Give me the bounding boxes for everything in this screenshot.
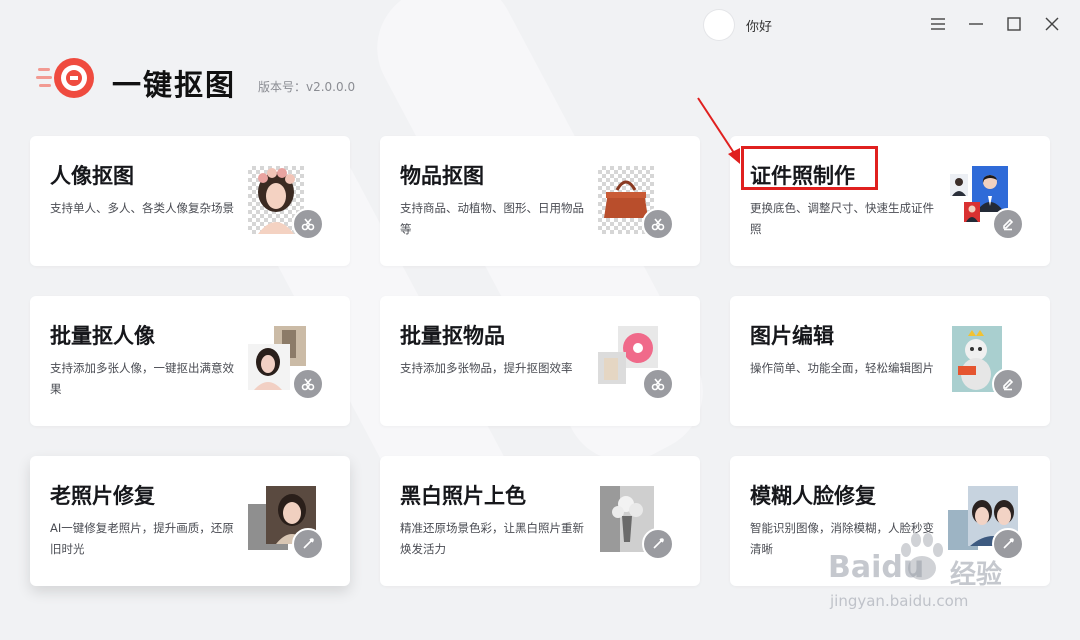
card-description: 支持添加多张物品，提升抠图效率: [400, 361, 573, 375]
watermark-suffix: 经验: [950, 560, 1003, 590]
card-portrait-cutout[interactable]: 人像抠图 支持单人、多人、各类人像复杂场景: [30, 136, 350, 266]
minimize-icon[interactable]: [962, 10, 990, 38]
card-title: 人像抠图: [50, 164, 134, 188]
card-description: 支持商品、动植物、图形、日用物品等: [400, 201, 584, 236]
scissors-icon: [642, 368, 674, 400]
repair-wand-icon: [292, 528, 324, 560]
close-icon[interactable]: [1038, 10, 1066, 38]
user-area[interactable]: 你好: [704, 10, 772, 40]
annotation-arrow-icon: [697, 97, 740, 164]
card-title: 黑白照片上色: [400, 484, 526, 508]
card-batch-object[interactable]: 批量抠物品 支持添加多张物品，提升抠图效率: [380, 296, 700, 426]
version-label: 版本号：v2.0.0.0: [258, 80, 356, 94]
app-title: 一键抠图: [112, 68, 237, 102]
baidu-watermark: Baidu 经验 jingyan.baidu.com: [828, 520, 1068, 620]
card-object-cutout[interactable]: 物品抠图 支持商品、动植物、图形、日用物品等: [380, 136, 700, 266]
annotation-highlight-box: [741, 146, 878, 190]
card-title: 批量抠物品: [400, 324, 505, 348]
card-title: 图片编辑: [750, 324, 834, 348]
card-old-photo-repair[interactable]: 老照片修复 AI一键修复老照片，提升画质，还原旧时光: [30, 456, 350, 586]
menu-icon[interactable]: [924, 10, 952, 38]
card-description: 支持添加多张人像，一键抠出满意效果: [50, 361, 234, 396]
scissors-icon: [642, 208, 674, 240]
card-description: 更换底色、调整尺寸、快速生成证件照: [750, 201, 934, 236]
card-title: 老照片修复: [50, 484, 155, 508]
card-description: 操作简单、功能全面，轻松编辑图片: [750, 361, 934, 375]
app-logo-icon: [36, 58, 94, 98]
repair-wand-icon: [642, 528, 674, 560]
user-avatar[interactable]: [704, 10, 734, 40]
scissors-icon: [292, 208, 324, 240]
card-image-edit[interactable]: 图片编辑 操作简单、功能全面，轻松编辑图片: [730, 296, 1050, 426]
card-title: 模糊人脸修复: [750, 484, 876, 508]
user-name[interactable]: 你好: [746, 16, 772, 35]
card-title: 物品抠图: [400, 164, 484, 188]
maximize-icon[interactable]: [1000, 10, 1028, 38]
card-description: 精准还原场景色彩，让黑白照片重新焕发活力: [400, 521, 584, 556]
card-description: AI一键修复老照片，提升画质，还原旧时光: [50, 521, 234, 556]
scissors-icon: [292, 368, 324, 400]
edit-icon: [992, 208, 1024, 240]
card-batch-portrait[interactable]: 批量抠人像 支持添加多张人像，一键抠出满意效果: [30, 296, 350, 426]
watermark-url: jingyan.baidu.com: [830, 592, 969, 610]
edit-icon: [992, 368, 1024, 400]
card-description: 支持单人、多人、各类人像复杂场景: [50, 201, 234, 215]
watermark-brand: Baidu: [828, 550, 925, 585]
card-colorize[interactable]: 黑白照片上色 精准还原场景色彩，让黑白照片重新焕发活力: [380, 456, 700, 586]
card-title: 批量抠人像: [50, 324, 155, 348]
